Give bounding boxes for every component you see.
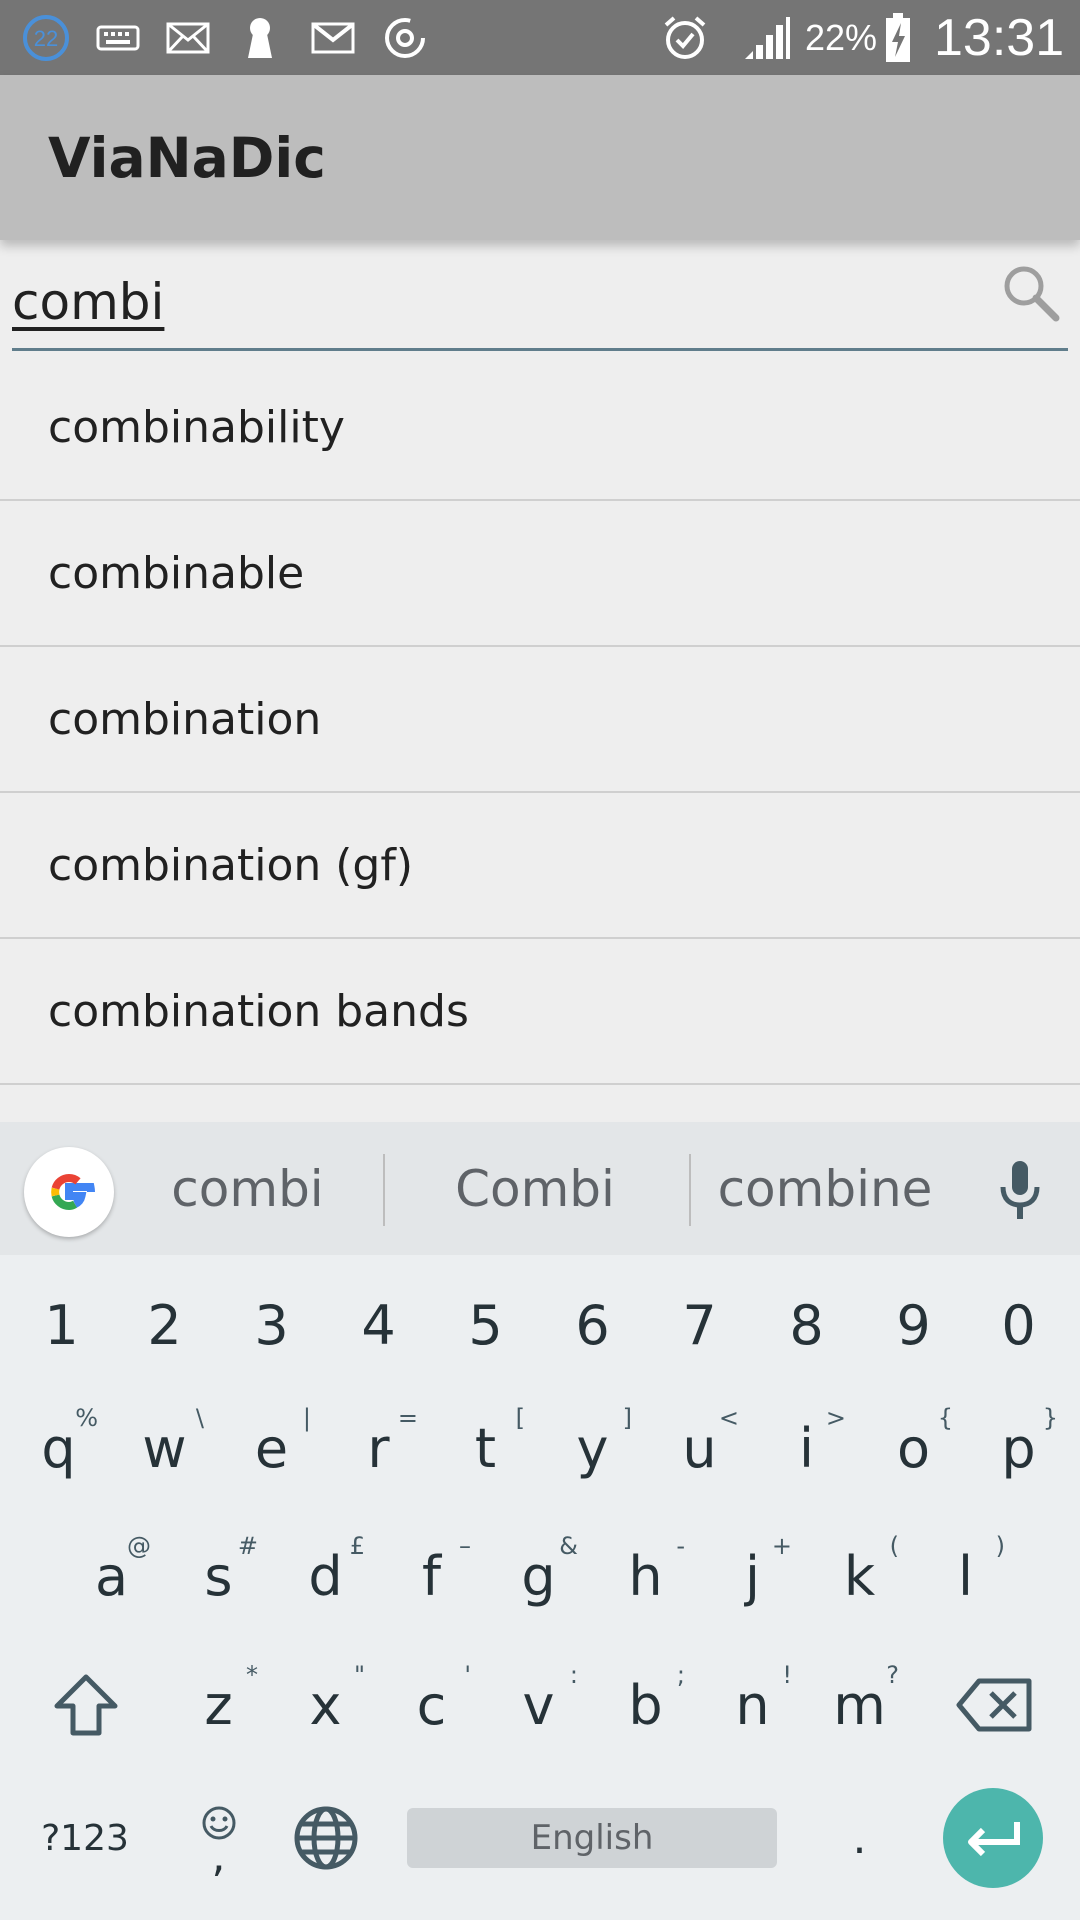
keyhole-icon — [240, 10, 280, 65]
key-9[interactable]: 9 — [860, 1268, 967, 1383]
key-8[interactable]: 8 — [753, 1268, 860, 1383]
key-j[interactable]: j + — [699, 1516, 806, 1636]
app-title: ViaNaDic — [48, 125, 326, 190]
backspace-icon — [956, 1678, 1032, 1732]
suggestion-bar: combi Combi combine — [0, 1122, 1080, 1255]
key-v[interactable]: v: — [485, 1645, 592, 1765]
key-h[interactable]: h- — [592, 1516, 699, 1636]
search-underline — [12, 348, 1068, 351]
key-i[interactable]: i > — [753, 1388, 860, 1508]
suggestion-3[interactable]: combine — [705, 1122, 945, 1255]
key-a[interactable]: a @ — [58, 1516, 165, 1636]
period-key[interactable]: . — [806, 1778, 913, 1898]
key-x[interactable]: x " — [272, 1645, 379, 1765]
results-list: combinability combinable combination com… — [0, 355, 1080, 1085]
suggestion-1[interactable]: combi — [130, 1122, 365, 1255]
enter-key[interactable] — [943, 1788, 1043, 1888]
battery-percent: 22% — [805, 16, 878, 58]
key-p[interactable]: p} — [965, 1388, 1072, 1508]
suggestion-divider — [383, 1154, 385, 1226]
sync-icon — [380, 10, 430, 65]
search-bar — [0, 240, 1080, 355]
key-u[interactable]: u < — [646, 1388, 753, 1508]
status-bar: 22 22% 13:31 — [0, 0, 1080, 75]
list-item[interactable]: combination bands — [0, 939, 1080, 1085]
keyboard-icon — [95, 10, 141, 65]
key-y[interactable]: y] — [539, 1388, 646, 1508]
key-f[interactable]: f – — [378, 1516, 485, 1636]
emoji-comma-key[interactable]: , — [165, 1778, 272, 1898]
alarm-icon — [660, 10, 710, 65]
key-m[interactable]: m? — [806, 1645, 913, 1765]
shift-key[interactable] — [30, 1645, 142, 1765]
email-icon — [165, 10, 211, 65]
list-item[interactable]: combination (gf) — [0, 793, 1080, 939]
search-icon[interactable] — [1000, 262, 1062, 324]
key-1[interactable]: 1 — [8, 1268, 115, 1383]
key-3[interactable]: 3 — [218, 1268, 325, 1383]
key-z[interactable]: z * — [165, 1645, 272, 1765]
enter-icon — [968, 1822, 1020, 1857]
signal-icon — [740, 10, 792, 65]
key-c[interactable]: c ' — [378, 1645, 485, 1765]
svg-text:22: 22 — [34, 26, 58, 51]
key-7[interactable]: 7 — [646, 1268, 753, 1383]
key-w[interactable]: w \ — [111, 1388, 218, 1508]
key-2[interactable]: 2 — [111, 1268, 218, 1383]
key-g[interactable]: g & — [485, 1516, 592, 1636]
language-key[interactable] — [272, 1778, 379, 1898]
backspace-key[interactable] — [935, 1645, 1055, 1765]
search-input[interactable] — [12, 260, 972, 344]
suggestion-divider — [689, 1154, 691, 1226]
key-5[interactable]: 5 — [432, 1268, 539, 1383]
key-k[interactable]: k( — [806, 1516, 913, 1636]
key-6[interactable]: 6 — [539, 1268, 646, 1383]
list-item[interactable]: combinable — [0, 501, 1080, 647]
clock: 13:31 — [934, 8, 1065, 67]
key-4[interactable]: 4 — [325, 1268, 432, 1383]
key-q[interactable]: q% — [5, 1388, 112, 1508]
battery-charging-icon — [882, 10, 914, 65]
app-bar: ViaNaDic — [0, 75, 1080, 240]
gmail-icon — [310, 10, 356, 65]
globe-icon — [294, 1806, 357, 1870]
key-o[interactable]: o{ — [860, 1388, 967, 1508]
notification-count-icon: 22 — [18, 10, 74, 65]
list-item[interactable]: combinability — [0, 355, 1080, 501]
key-n[interactable]: n! — [699, 1645, 806, 1765]
key-b[interactable]: b; — [592, 1645, 699, 1765]
key-t[interactable]: t[ — [432, 1388, 539, 1508]
key-l[interactable]: l) — [912, 1516, 1019, 1636]
key-e[interactable]: e | — [218, 1388, 325, 1508]
shift-icon — [54, 1674, 118, 1736]
microphone-icon[interactable] — [990, 1157, 1050, 1227]
key-d[interactable]: d £ — [272, 1516, 379, 1636]
suggestion-2[interactable]: Combi — [400, 1122, 670, 1255]
list-item[interactable]: combination — [0, 647, 1080, 793]
key-0[interactable]: 0 — [965, 1268, 1072, 1383]
key-s[interactable]: s # — [165, 1516, 272, 1636]
symbols-key[interactable]: ?123 — [25, 1778, 145, 1898]
key-r[interactable]: r = — [325, 1388, 432, 1508]
google-icon[interactable] — [24, 1147, 114, 1237]
spacebar[interactable]: English — [407, 1808, 777, 1868]
